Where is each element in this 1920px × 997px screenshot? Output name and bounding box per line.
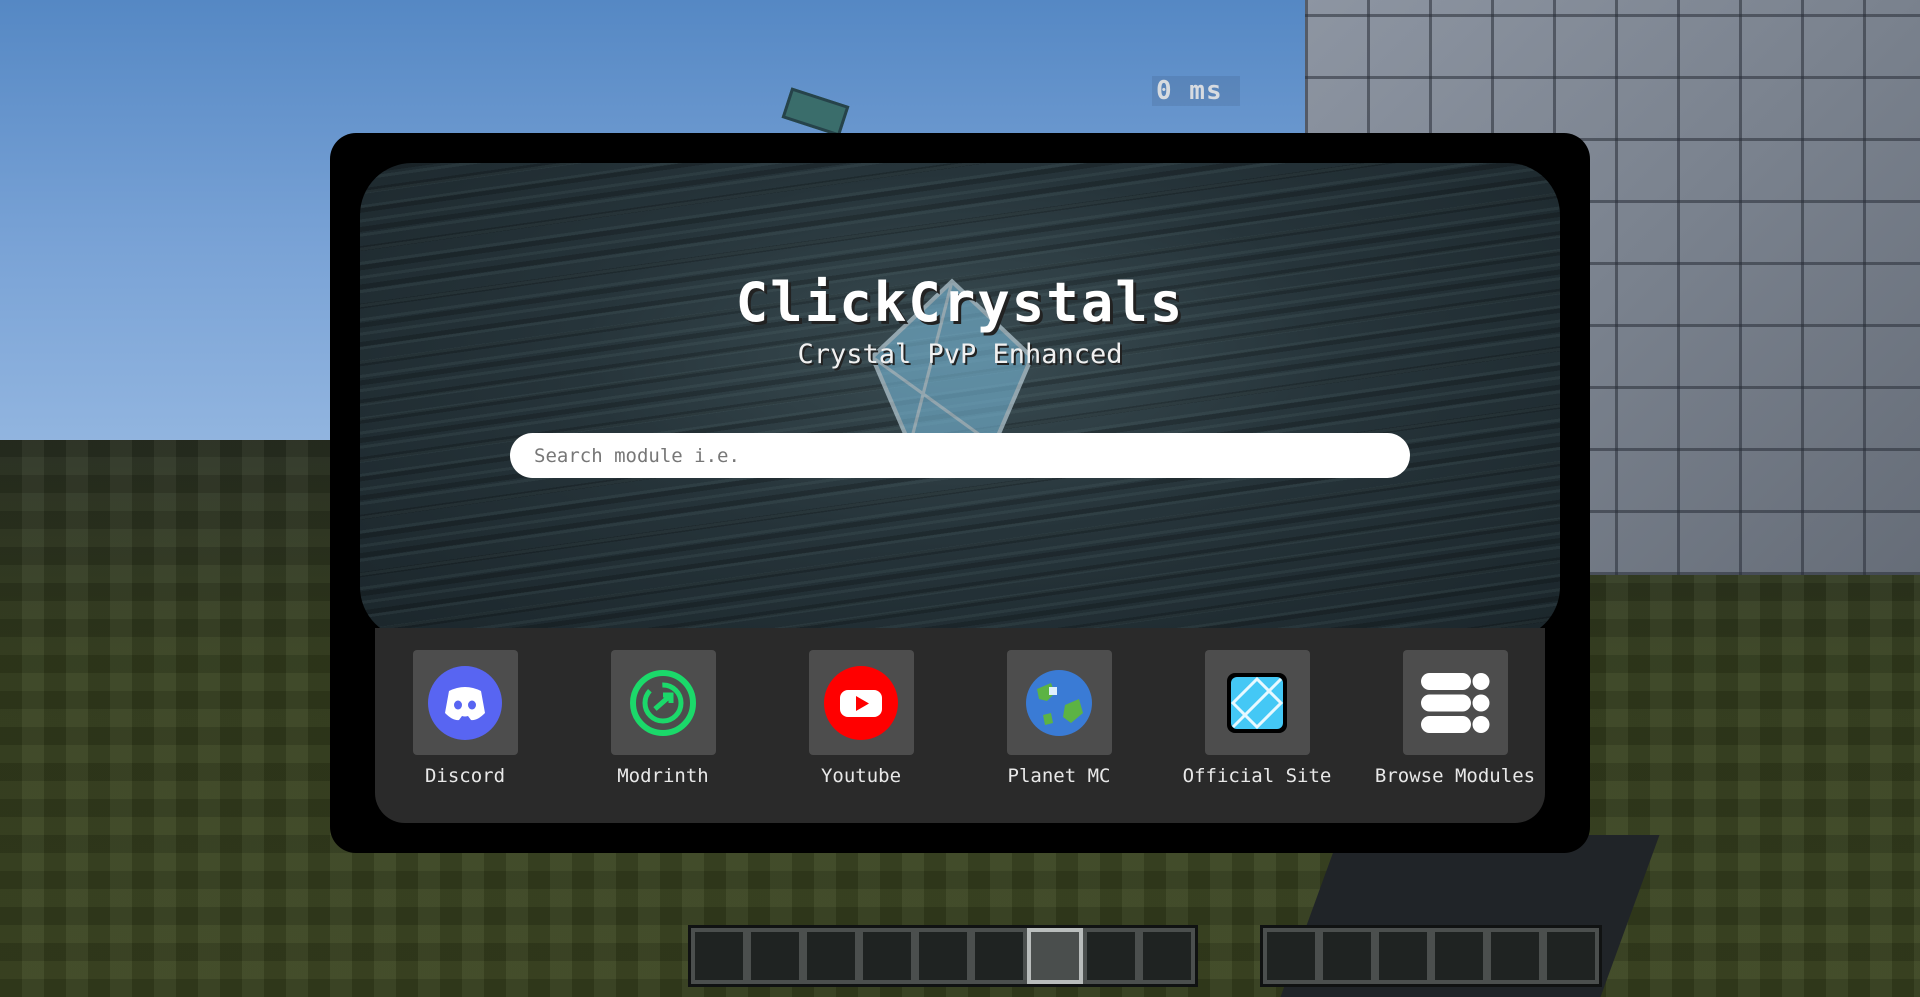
youtube-link[interactable]: Youtube [771,650,951,800]
hotbar-slot[interactable] [803,928,859,984]
modrinth-icon [630,669,696,736]
hotbar-slot[interactable] [971,928,1027,984]
official-site-link[interactable]: Official Site [1167,650,1347,800]
discord-tile[interactable] [412,650,518,755]
youtube-label: Youtube [820,765,902,787]
browse-modules-label: Browse Modules [1374,765,1536,787]
hotbar-main [688,925,1198,987]
official-site-label: Official Site [1182,765,1332,787]
hotbar-slot[interactable] [1319,928,1375,984]
hotbar-slot[interactable] [1543,928,1599,984]
planet-icon [1026,669,1092,736]
hotbar-slot[interactable] [691,928,747,984]
app-subtitle: Crystal PvP Enhanced [797,339,1123,370]
app-title: ClickCrystals [735,271,1185,334]
hotbar-slot[interactable] [1487,928,1543,984]
hotbar-slot[interactable] [1375,928,1431,984]
module-search-input[interactable] [510,433,1410,478]
hotbar-slot[interactable] [915,928,971,984]
ping-readout: 0 ms [1152,76,1240,106]
hotbar-slot[interactable] [1139,928,1195,984]
discord-link[interactable]: Discord [375,650,555,800]
modrinth-tile[interactable] [610,650,716,755]
modrinth-label: Modrinth [617,765,709,787]
hotbar-slot[interactable] [1431,928,1487,984]
browse-modules-link[interactable]: Browse Modules [1365,650,1545,800]
quick-links-bar: Discord Modrinth Youtube Planet MC Offic… [375,628,1545,823]
clickcrystals-home-panel: ClickCrystals Crystal PvP Enhanced Disco… [330,133,1590,853]
hero-banner: ClickCrystals Crystal PvP Enhanced [360,163,1560,639]
modules-list-icon [1421,672,1490,733]
hotbar-slot[interactable] [1027,928,1083,984]
discord-icon [428,665,502,740]
hotbar-slot[interactable] [1083,928,1139,984]
browse-modules-tile[interactable] [1402,650,1508,755]
discord-label: Discord [424,765,506,787]
planet-mc-link[interactable]: Planet MC [969,650,1149,800]
hotbar-slot[interactable] [1263,928,1319,984]
hotbar-slot[interactable] [859,928,915,984]
modrinth-link[interactable]: Modrinth [573,650,753,800]
hotbar-slot[interactable] [747,928,803,984]
youtube-icon [824,665,898,740]
crystal-site-icon [1227,672,1287,733]
youtube-tile[interactable] [808,650,914,755]
official-site-tile[interactable] [1204,650,1310,755]
hotbar-extra [1260,925,1602,987]
planet-mc-label: Planet MC [1007,765,1111,787]
planet-mc-tile[interactable] [1006,650,1112,755]
